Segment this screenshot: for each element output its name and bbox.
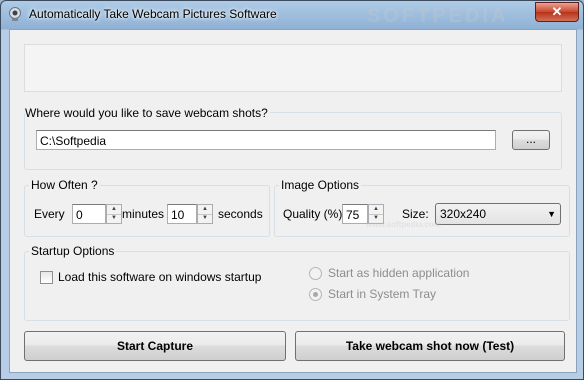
spin-down-icon[interactable]: ▼ [198,214,212,223]
close-icon: ✕ [551,4,563,19]
webcam-app-icon [9,7,21,21]
watermark-brand: SOFTPEDIA [367,5,509,27]
browse-button[interactable]: ... [512,130,550,150]
every-label: Every [34,207,65,221]
quality-label: Quality (%): [283,207,346,221]
load-on-startup-label[interactable]: Load this software on windows startup [58,270,261,284]
hidden-app-radio[interactable] [309,267,322,280]
close-button[interactable]: ✕ [535,2,579,22]
take-webcam-shot-button[interactable]: Take webcam shot now (Test) [295,331,565,361]
system-tray-radio[interactable] [309,288,322,301]
image-options-label: Image Options [279,178,362,192]
start-capture-button[interactable]: Start Capture [24,331,286,361]
system-tray-label[interactable]: Start in System Tray [328,287,436,301]
seconds-label: seconds [218,207,263,221]
save-path-input[interactable]: C:\Softpedia [36,130,496,150]
seconds-spinner[interactable]: ▲ ▼ [197,204,213,224]
minutes-spinner[interactable]: ▲ ▼ [106,204,122,224]
minutes-input[interactable]: 0 [72,204,106,224]
save-location-label: Where would you like to save webcam shot… [25,106,270,120]
dropdown-arrow-icon[interactable]: ▼ [547,204,556,224]
preview-panel [24,44,562,92]
size-label: Size: [402,207,429,221]
client-area: Where would you like to save webcam shot… [9,29,577,373]
size-selected-value: 320x240 [440,207,487,221]
spin-down-icon[interactable]: ▼ [107,214,121,223]
startup-options-group: Startup Options [24,244,570,321]
app-window: Automatically Take Webcam Pictures Softw… [0,0,584,380]
size-select[interactable]: 320x240 ▼ [435,203,561,225]
seconds-input[interactable]: 10 [167,204,197,224]
window-title: Automatically Take Webcam Pictures Softw… [29,7,277,21]
title-bar[interactable]: Automatically Take Webcam Pictures Softw… [1,1,583,29]
how-often-label: How Often ? [29,178,100,192]
minutes-label: minutes [122,207,165,221]
load-on-startup-checkbox[interactable] [40,271,53,284]
quality-input[interactable]: 75 [342,204,368,224]
startup-options-label: Startup Options [29,244,117,258]
hidden-app-label[interactable]: Start as hidden application [328,266,469,280]
watermark-url: www.softpedia.com [366,220,441,229]
